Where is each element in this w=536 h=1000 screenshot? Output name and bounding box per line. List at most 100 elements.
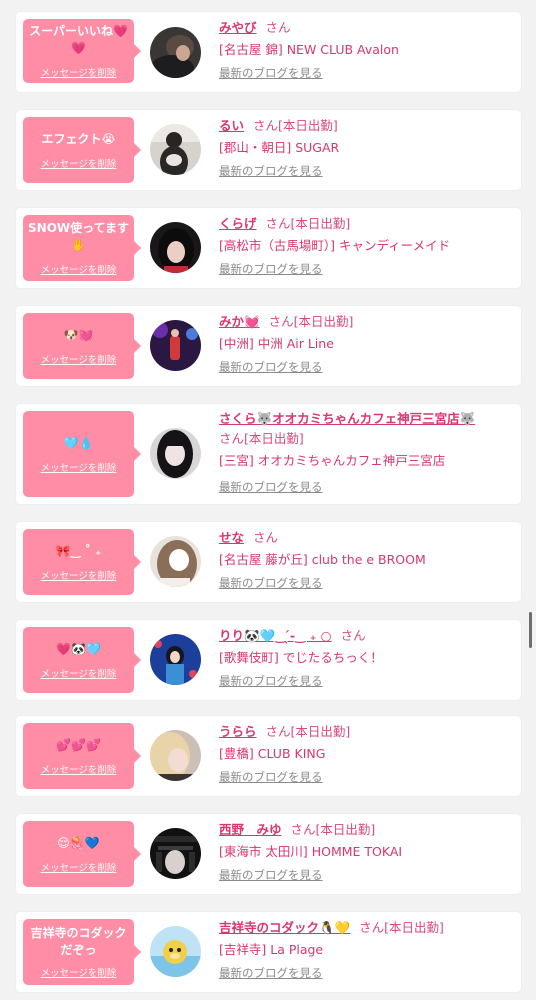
avatar[interactable] (150, 124, 201, 175)
delete-message-link[interactable]: メッセージを削除 (41, 262, 117, 276)
delete-message-link[interactable]: メッセージを削除 (41, 762, 117, 776)
profile-name-link[interactable]: せな (219, 530, 244, 545)
latest-blog-link[interactable]: 最新のブログを見る (219, 357, 323, 377)
list-item: スーパーいいね💗💗 メッセージを削除 みやび さん [名古屋 錦] NEW CLU… (16, 12, 521, 92)
latest-blog-link[interactable]: 最新のブログを見る (219, 865, 323, 885)
list-item: 💕💕💕 メッセージを削除 うらら さん[本日出勤] [豊橋] CLUB KING … (16, 716, 521, 796)
list-item: 🩵💧 メッセージを削除 さくら🐺オオカミちゃんカフェ神戸三宮店🐺 さん[本日出勤]… (16, 404, 521, 504)
shop-name: [東海市 太田川] HOMME TOKAI (219, 844, 403, 859)
list-item: 🐶💓 メッセージを削除 みか💓 さん[本日出勤] [中洲] 中洲 Air Line… (16, 306, 521, 386)
latest-blog-link[interactable]: 最新のブログを見る (219, 477, 323, 497)
delete-message-link[interactable]: メッセージを削除 (41, 568, 117, 582)
profile-info: うらら さん[本日出勤] [豊橋] CLUB KING 最新のブログを見る (219, 722, 515, 787)
avatar[interactable] (150, 828, 201, 879)
list-item: 吉祥寺のコダックだぞっ メッセージを削除 吉祥寺のコダック🐧💛 さん[本日出勤] … (16, 912, 521, 992)
message-text: 😌🪼💙 (57, 835, 100, 850)
avatar[interactable] (150, 926, 201, 977)
name-suffix: さん (340, 628, 366, 643)
shop-name: [三宮] オオカミちゃんカフェ神戸三宮店 (219, 453, 446, 468)
name-suffix: さん[本日出勤] (268, 314, 354, 329)
latest-blog-link[interactable]: 最新のブログを見る (219, 963, 323, 983)
woman-photo-icon (150, 634, 201, 685)
delete-message-link[interactable]: メッセージを削除 (41, 460, 117, 474)
message-text: 💗🐼🩵 (56, 641, 101, 656)
name-suffix: さん[本日出勤] (265, 724, 351, 739)
message-bubble: スーパーいいね💗💗 メッセージを削除 (23, 19, 141, 83)
pokemon-photo-icon (150, 926, 201, 977)
avatar[interactable] (150, 428, 201, 479)
profile-name-link[interactable]: みか💓 (219, 314, 260, 329)
shop-name: [名古屋 錦] NEW CLUB Avalon (219, 42, 399, 57)
message-bubble: 吉祥寺のコダックだぞっ メッセージを削除 (23, 919, 141, 985)
profile-info: 西野 みゆ さん[本日出勤] [東海市 太田川] HOMME TOKAI 最新のブ… (219, 820, 515, 885)
latest-blog-link[interactable]: 最新のブログを見る (219, 767, 323, 787)
profile-name-link[interactable]: みやび (219, 20, 257, 35)
latest-blog-link[interactable]: 最新のブログを見る (219, 63, 323, 83)
message-text: スーパーいいね💗💗 (29, 24, 128, 55)
list-item: 🎀‿︎ ˚ ₊ メッセージを削除 せな さん [名古屋 藤が丘] club the… (16, 522, 521, 602)
woman-photo-icon (150, 428, 201, 479)
name-suffix: さん (265, 20, 291, 35)
delete-message-link[interactable]: メッセージを削除 (41, 65, 117, 79)
woman-photo-icon (150, 536, 201, 587)
name-suffix: さん[本日出勤] (265, 216, 351, 231)
avatar[interactable] (150, 27, 201, 78)
message-text: SNOW使ってます✋ (28, 221, 129, 252)
avatar[interactable] (150, 536, 201, 587)
message-text: エフェクト😭 (41, 131, 116, 146)
shop-name: [名古屋 藤が丘] club the e BROOM (219, 552, 426, 567)
avatar[interactable] (150, 730, 201, 781)
profile-name-link[interactable]: うらら (219, 724, 257, 739)
profile-info: 吉祥寺のコダック🐧💛 さん[本日出勤] [吉祥寺] La Plage 最新のブログ… (219, 918, 515, 983)
message-bubble: 🐶💓 メッセージを削除 (23, 313, 141, 379)
woman-photo-icon (150, 828, 201, 879)
delete-message-link[interactable]: メッセージを削除 (41, 860, 117, 874)
message-bubble: 🩵💧 メッセージを削除 (23, 411, 141, 497)
name-suffix: さん (253, 530, 279, 545)
latest-blog-link[interactable]: 最新のブログを見る (219, 573, 323, 593)
message-text: 💕💕💕 (56, 737, 101, 752)
woman-photo-icon (150, 27, 201, 78)
latest-blog-link[interactable]: 最新のブログを見る (219, 259, 323, 279)
avatar[interactable] (150, 320, 201, 371)
woman-photo-icon (150, 222, 201, 273)
profile-info: さくら🐺オオカミちゃんカフェ神戸三宮店🐺 さん[本日出勤] [三宮] オオカミちゃ… (219, 409, 515, 497)
name-suffix: さん[本日出勤] (359, 920, 444, 935)
profile-info: せな さん [名古屋 藤が丘] club the e BROOM 最新のブログを見… (219, 528, 515, 593)
delete-message-link[interactable]: メッセージを削除 (41, 352, 117, 366)
woman-photo-icon (150, 124, 201, 175)
delete-message-link[interactable]: メッセージを削除 (41, 965, 117, 979)
name-suffix: さん[本日出勤] (253, 118, 338, 133)
message-bubble: 😌🪼💙 メッセージを削除 (23, 821, 141, 887)
profile-name-link[interactable]: るい (219, 118, 244, 133)
list-item: SNOW使ってます✋ メッセージを削除 くらげ さん[本日出勤] [高松市（古馬場… (16, 208, 521, 288)
shop-name: [吉祥寺] La Plage (219, 942, 324, 957)
scrollbar-thumb[interactable] (529, 612, 532, 648)
avatar[interactable] (150, 634, 201, 685)
message-text: 🎀‿︎ ˚ ₊ (55, 543, 102, 558)
woman-photo-icon (150, 730, 201, 781)
message-list: スーパーいいね💗💗 メッセージを削除 みやび さん [名古屋 錦] NEW CLU… (0, 0, 536, 1000)
profile-info: みやび さん [名古屋 錦] NEW CLUB Avalon 最新のブログを見る (219, 18, 515, 83)
latest-blog-link[interactable]: 最新のブログを見る (219, 161, 323, 181)
message-bubble: エフェクト😭 メッセージを削除 (23, 117, 141, 183)
profile-name-link[interactable]: さくら🐺オオカミちゃんカフェ神戸三宮店🐺 (219, 411, 475, 426)
profile-name-link[interactable]: 吉祥寺のコダック🐧💛 (219, 920, 350, 935)
message-text: 吉祥寺のコダックだぞっ (30, 926, 127, 957)
name-suffix: さん[本日出勤] (290, 822, 376, 837)
message-bubble: 💗🐼🩵 メッセージを削除 (23, 627, 141, 693)
delete-message-link[interactable]: メッセージを削除 (41, 666, 117, 680)
profile-name-link[interactable]: くらげ (219, 216, 257, 231)
profile-name-link[interactable]: 西野 みゆ (219, 822, 282, 837)
avatar[interactable] (150, 222, 201, 273)
delete-message-link[interactable]: メッセージを削除 (41, 156, 117, 170)
message-text: 🐶💓 (63, 327, 94, 342)
list-item: 😌🪼💙 メッセージを削除 西野 みゆ さん[本日出勤] [東海市 太田川] HOM… (16, 814, 521, 894)
name-suffix: さん[本日出勤] (219, 431, 304, 446)
message-bubble: SNOW使ってます✋ メッセージを削除 (23, 215, 141, 281)
message-bubble: 💕💕💕 メッセージを削除 (23, 723, 141, 789)
shop-name: [郡山・朝日] SUGAR (219, 140, 340, 155)
profile-name-link[interactable]: りり🐼🩵‿︎ ̖́-‿︎ ₊ ○ (219, 628, 332, 643)
list-item: 💗🐼🩵 メッセージを削除 りり🐼🩵‿︎ ̖́-‿︎ ₊ ○ さん [歌舞伎町] で… (16, 620, 521, 700)
latest-blog-link[interactable]: 最新のブログを見る (219, 671, 323, 691)
